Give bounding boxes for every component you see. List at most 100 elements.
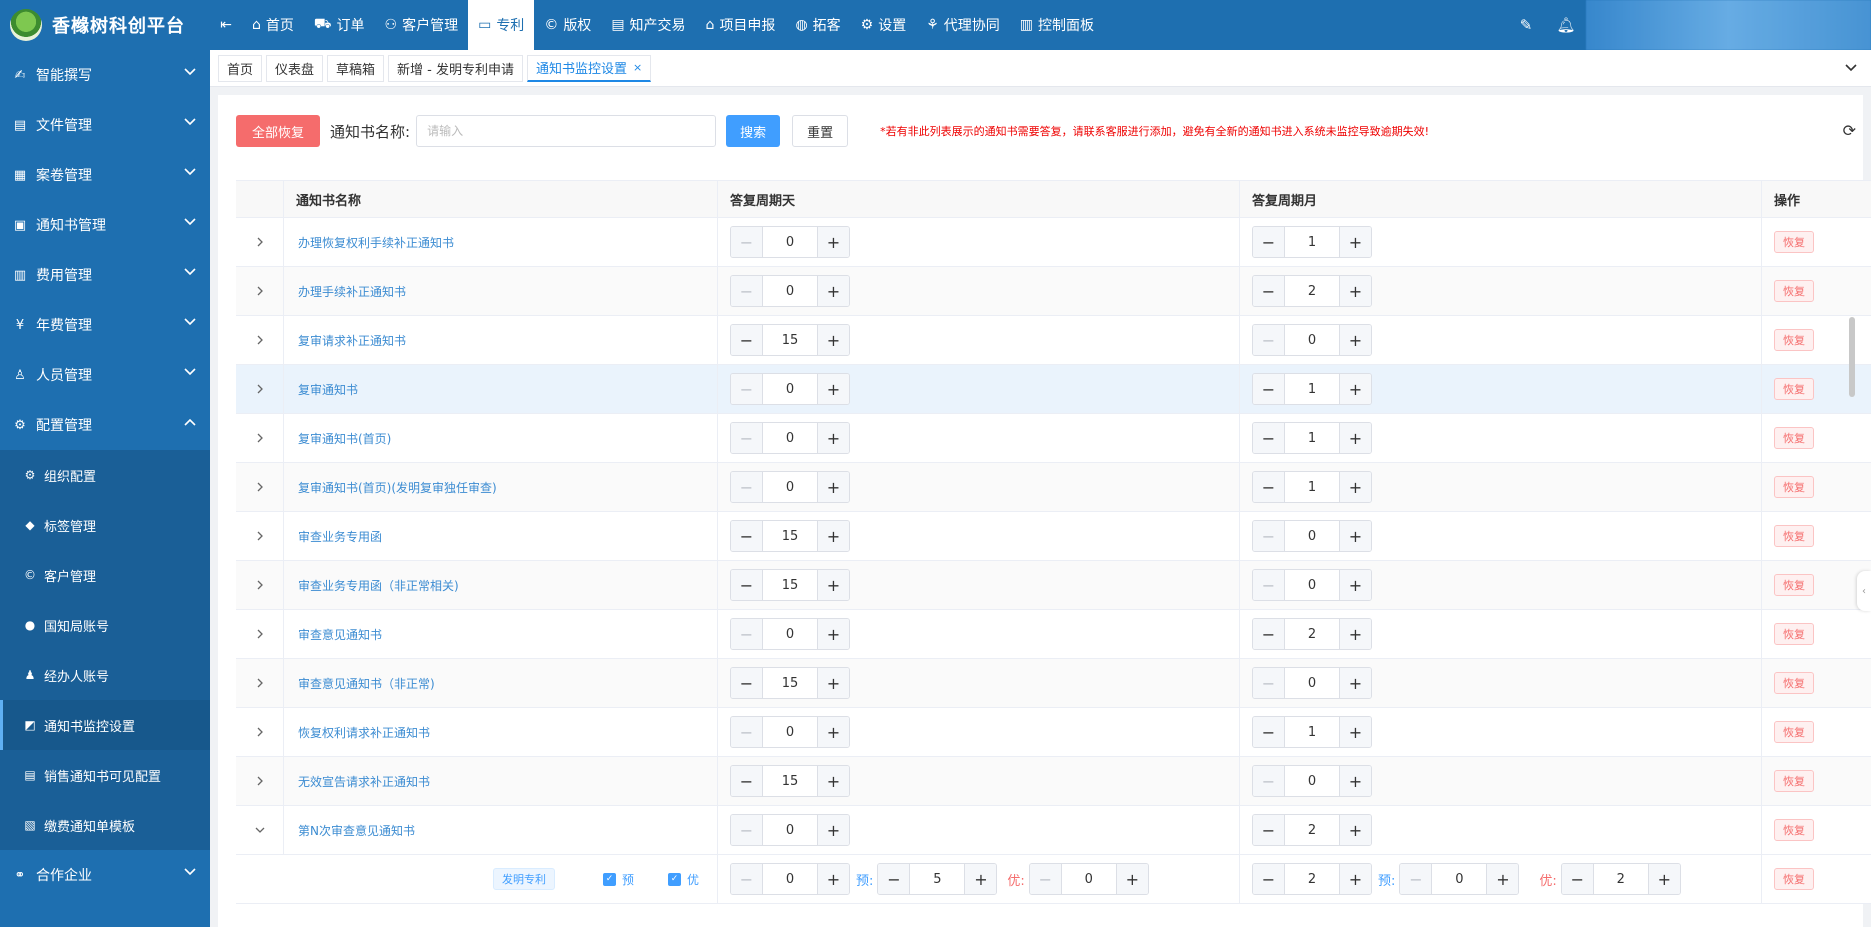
day-stepper[interactable]: −0 + [730, 863, 850, 895]
sidebar-subitem[interactable]: ⚙ 组织配置 [0, 450, 210, 500]
stepper-value[interactable]: 2 [1594, 864, 1648, 894]
topnav-item[interactable]: ⚘ 代理协同 [916, 0, 1010, 50]
minus-button[interactable]: − [1253, 668, 1285, 698]
stepper-value[interactable]: 15 [763, 570, 817, 600]
minus-button[interactable]: − [1400, 864, 1433, 894]
stepper-value[interactable]: 0 [763, 717, 817, 747]
stepper-value[interactable]: 0 [1285, 668, 1339, 698]
plus-button[interactable]: + [1339, 227, 1371, 257]
plus-button[interactable]: + [1339, 570, 1371, 600]
day-priority-stepper[interactable]: −0 + [1028, 863, 1149, 895]
topnav-item[interactable]: © 版权 [534, 0, 601, 50]
stepper-value[interactable]: 2 [1285, 276, 1339, 306]
chevron-right-icon[interactable] [236, 708, 284, 756]
minus-button[interactable]: − [1253, 325, 1285, 355]
sidebar-item[interactable]: ⚭ 合作企业 [0, 850, 210, 900]
restore-button[interactable]: 恢复 [1774, 378, 1814, 400]
day-stepper[interactable]: −15 + [730, 520, 850, 552]
chevron-right-icon[interactable] [236, 267, 284, 315]
minus-button[interactable]: − [1561, 864, 1594, 894]
sidebar-subitem[interactable]: ● 国知局账号 [0, 600, 210, 650]
day-stepper[interactable]: −15 + [730, 765, 850, 797]
stepper-value[interactable]: 2 [1285, 815, 1339, 845]
minus-button[interactable]: − [731, 227, 763, 257]
sidebar-subitem[interactable]: © 客户管理 [0, 550, 210, 600]
month-stepper[interactable]: −1 + [1252, 716, 1372, 748]
topnav-item[interactable]: ▭ 专利 [468, 0, 535, 50]
plus-button[interactable]: + [1115, 864, 1148, 894]
sidebar-item[interactable]: ♙ 人员管理 [0, 350, 210, 400]
refresh-icon[interactable]: ⟳ [1843, 121, 1856, 140]
stepper-value[interactable]: 15 [763, 668, 817, 698]
plus-button[interactable]: + [1339, 717, 1371, 747]
stepper-value[interactable]: 0 [1432, 864, 1486, 894]
table-scrollbar[interactable] [1849, 317, 1855, 397]
plus-button[interactable]: + [1339, 423, 1371, 453]
notice-name[interactable]: 复审通知书 [284, 365, 718, 413]
side-collapse-handle[interactable]: ‹ [1857, 571, 1871, 611]
sidebar-item[interactable]: ▥ 费用管理 [0, 250, 210, 300]
topnav-item[interactable]: ⌂ 项目申报 [696, 0, 786, 50]
chevron-right-icon[interactable] [236, 218, 284, 266]
month-stepper[interactable]: −2 + [1252, 275, 1372, 307]
stepper-value[interactable]: 0 [763, 619, 817, 649]
chevron-right-icon[interactable] [236, 659, 284, 707]
minus-button[interactable]: − [731, 766, 763, 796]
notice-name[interactable]: 办理手续补正通知书 [284, 267, 718, 315]
month-stepper[interactable]: −0 + [1252, 520, 1372, 552]
month-pre-stepper[interactable]: −0 + [1399, 863, 1520, 895]
plus-button[interactable]: + [1486, 864, 1519, 894]
stepper-value[interactable]: 1 [1285, 227, 1339, 257]
tab[interactable]: 新增 - 发明专利申请 [388, 54, 524, 82]
day-stepper[interactable]: −15 + [730, 667, 850, 699]
notice-name[interactable]: 审查意见通知书（非正常) [284, 659, 718, 707]
day-pre-stepper[interactable]: −5 + [877, 863, 998, 895]
tab[interactable]: 仪表盘 [266, 54, 324, 82]
month-stepper[interactable]: −0 + [1252, 765, 1372, 797]
notice-name[interactable]: 复审请求补正通知书 [284, 316, 718, 364]
minus-button[interactable]: − [1253, 570, 1285, 600]
month-stepper[interactable]: −1 + [1252, 471, 1372, 503]
restore-button[interactable]: 恢复 [1774, 280, 1814, 302]
minus-button[interactable]: − [1253, 374, 1285, 404]
restore-button[interactable]: 恢复 [1774, 770, 1814, 792]
topnav-item[interactable]: ⌂ 首页 [242, 0, 304, 50]
user-profile[interactable] [1586, 0, 1871, 50]
plus-button[interactable]: + [817, 570, 849, 600]
minus-button[interactable]: − [731, 815, 763, 845]
close-icon[interactable]: × [633, 61, 642, 74]
topnav-item[interactable]: ⚙ 设置 [851, 0, 917, 50]
sidebar-subitem[interactable]: ◆ 标签管理 [0, 500, 210, 550]
minus-button[interactable]: − [731, 325, 763, 355]
plus-button[interactable]: + [817, 766, 849, 796]
month-stepper[interactable]: −1 + [1252, 422, 1372, 454]
tabs-dropdown-icon[interactable] [1845, 61, 1857, 75]
month-stepper[interactable]: −2 + [1252, 863, 1372, 895]
restore-button[interactable]: 恢复 [1774, 427, 1814, 449]
plus-button[interactable]: + [817, 374, 849, 404]
month-stepper[interactable]: −0 + [1252, 324, 1372, 356]
minus-button[interactable]: − [731, 864, 763, 894]
plus-button[interactable]: + [1339, 815, 1371, 845]
stepper-value[interactable]: 1 [1285, 374, 1339, 404]
month-stepper[interactable]: −2 + [1252, 618, 1372, 650]
plus-button[interactable]: + [1339, 374, 1371, 404]
plus-button[interactable]: + [817, 521, 849, 551]
plus-button[interactable]: + [817, 325, 849, 355]
notice-name[interactable]: 复审通知书(首页) [284, 414, 718, 462]
stepper-value[interactable]: 0 [763, 374, 817, 404]
stepper-value[interactable]: 0 [1285, 325, 1339, 355]
minus-button[interactable]: − [1253, 423, 1285, 453]
priority-checkbox[interactable]: ✓ 优 [667, 871, 699, 888]
plus-button[interactable]: + [817, 276, 849, 306]
plus-button[interactable]: + [817, 619, 849, 649]
stepper-value[interactable]: 0 [1062, 864, 1116, 894]
sidebar-item[interactable]: ⚙ 配置管理 [0, 400, 210, 450]
plus-button[interactable]: + [1339, 864, 1371, 894]
minus-button[interactable]: − [731, 570, 763, 600]
topnav-item[interactable]: ⚇ 客户管理 [375, 0, 469, 50]
minus-button[interactable]: − [1253, 619, 1285, 649]
sidebar-subitem[interactable]: ▤ 销售通知书可见配置 [0, 750, 210, 800]
stepper-value[interactable]: 0 [1285, 570, 1339, 600]
plus-button[interactable]: + [817, 227, 849, 257]
